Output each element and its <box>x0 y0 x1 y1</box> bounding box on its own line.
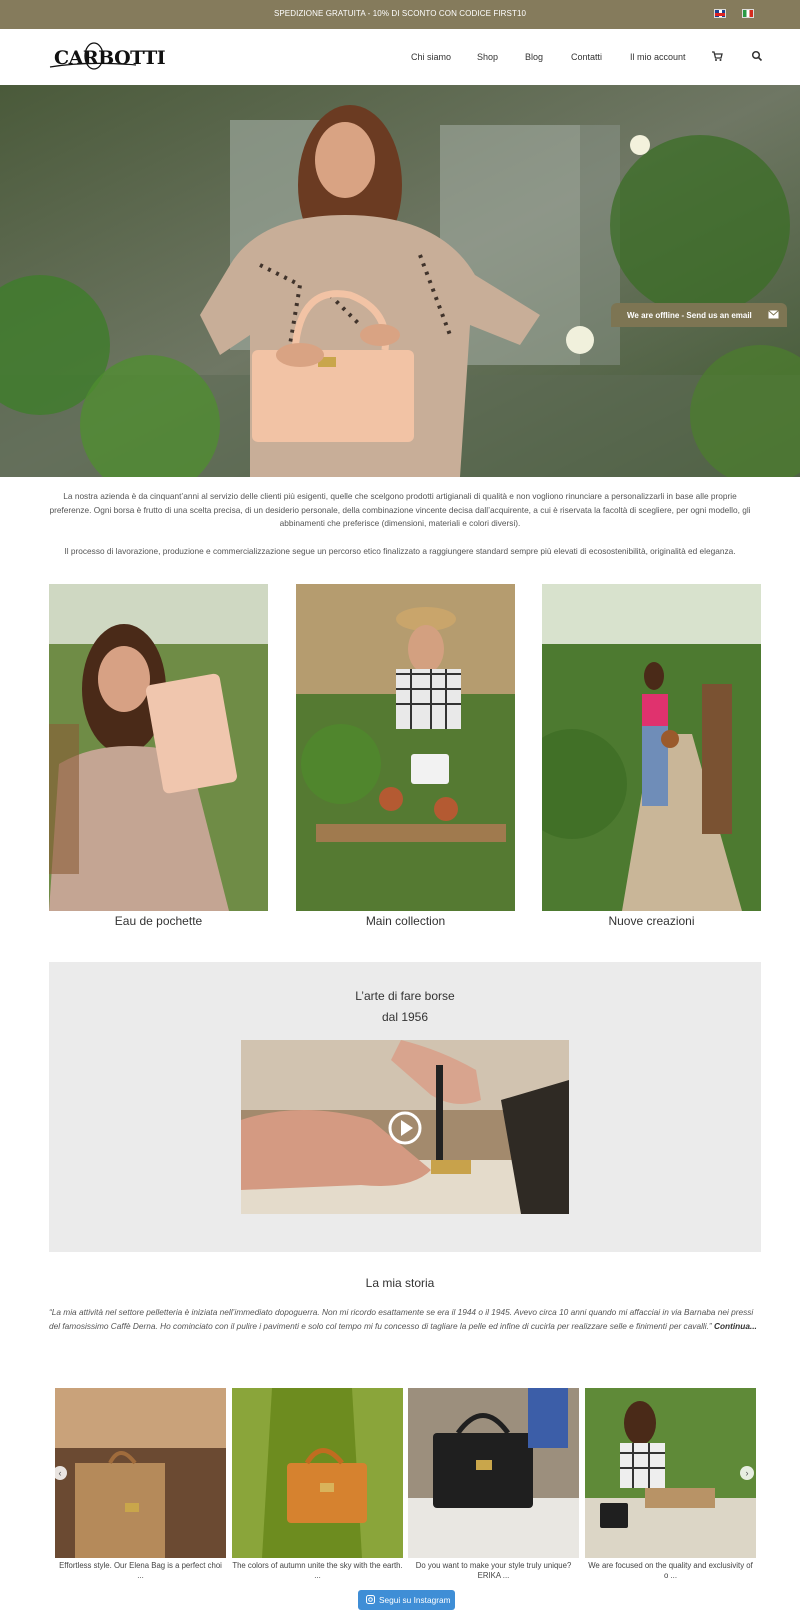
play-icon[interactable] <box>387 1110 423 1146</box>
instagram-image-1 <box>55 1388 226 1558</box>
collection-main-image[interactable] <box>296 584 515 911</box>
promo-text: SPEDIZIONE GRATUITA - 10% DI SCONTO CON … <box>273 9 527 18</box>
video-title-line-1: L’arte di fare borse <box>355 989 455 1003</box>
collection-eau-de-pochette-image[interactable] <box>49 584 268 911</box>
collection-caption-2[interactable]: Main collection <box>296 914 515 928</box>
collection-image-2 <box>296 584 515 911</box>
promo-bar: SPEDIZIONE GRATUITA - 10% DI SCONTO CON … <box>0 0 800 29</box>
video-section: L’arte di fare borse dal 1956 <box>49 962 761 1252</box>
hero-banner: We are offline - Send us an email <box>0 85 800 477</box>
nav-account[interactable]: Il mio account <box>630 52 686 62</box>
story-quote: “La mia attività nel settore pelletteria… <box>49 1307 754 1331</box>
instagram-post-1[interactable] <box>55 1388 226 1558</box>
nav-shop[interactable]: Shop <box>477 52 498 62</box>
follow-label: Segui su Instagram <box>379 1595 451 1605</box>
video-player[interactable] <box>241 1040 569 1214</box>
collection-caption-1[interactable]: Eau de pochette <box>49 914 268 928</box>
collection-image-1 <box>49 584 268 911</box>
story-title: La mia storia <box>365 1276 435 1290</box>
video-title-line-2: dal 1956 <box>381 1010 429 1024</box>
instagram-image-4 <box>585 1388 756 1558</box>
instagram-post-4[interactable] <box>585 1388 756 1558</box>
hero-image <box>0 85 800 477</box>
collection-new-image[interactable] <box>542 584 761 911</box>
instagram-caption-1: Effortless style. Our Elena Bag is a per… <box>59 1561 222 1580</box>
instagram-post-2[interactable] <box>232 1388 403 1558</box>
follow-instagram-button[interactable]: Segui su Instagram <box>358 1590 455 1610</box>
nav-contatti[interactable]: Contatti <box>571 52 602 62</box>
flag-uk-icon[interactable] <box>714 9 726 18</box>
search-icon[interactable] <box>751 50 763 62</box>
collection-image-3 <box>542 584 761 911</box>
instagram-image-2 <box>232 1388 403 1558</box>
chat-label: We are offline - Send us an email <box>627 311 752 320</box>
instagram-caption-3: Do you want to make your style truly uni… <box>415 1561 572 1580</box>
mail-icon <box>768 310 779 319</box>
instagram-caption-2: The colors of autumn unite the sky with … <box>232 1561 403 1580</box>
instagram-caption-4: We are focused on the quality and exclus… <box>588 1561 753 1580</box>
nav-blog[interactable]: Blog <box>525 52 543 62</box>
instagram-post-3[interactable] <box>408 1388 579 1558</box>
site-header: CARBOTTI Chi siamo Shop Blog Contatti Il… <box>0 29 800 85</box>
instagram-icon <box>366 1595 375 1604</box>
intro-paragraph-2: Il processo di lavorazione, produzione e… <box>64 546 736 556</box>
logo[interactable]: CARBOTTI <box>48 41 166 75</box>
instagram-image-3 <box>408 1388 579 1558</box>
logo-text: CARBOTTI <box>54 47 166 69</box>
story-text: “La mia attività nel settore pelletteria… <box>49 1305 761 1333</box>
chat-offline-button[interactable]: We are offline - Send us an email <box>611 303 787 327</box>
flag-it-icon[interactable] <box>742 9 754 18</box>
collection-caption-3[interactable]: Nuove creazioni <box>542 914 761 928</box>
carousel-prev-icon[interactable]: ‹ <box>53 1466 67 1480</box>
carousel-next-icon[interactable]: › <box>740 1466 754 1480</box>
cart-icon[interactable] <box>711 50 723 62</box>
story-continue-link[interactable]: Continua... <box>714 1321 757 1331</box>
nav-chi-siamo[interactable]: Chi siamo <box>411 52 451 62</box>
intro-paragraph-1: La nostra azienda è da cinquant’anni al … <box>49 491 751 528</box>
